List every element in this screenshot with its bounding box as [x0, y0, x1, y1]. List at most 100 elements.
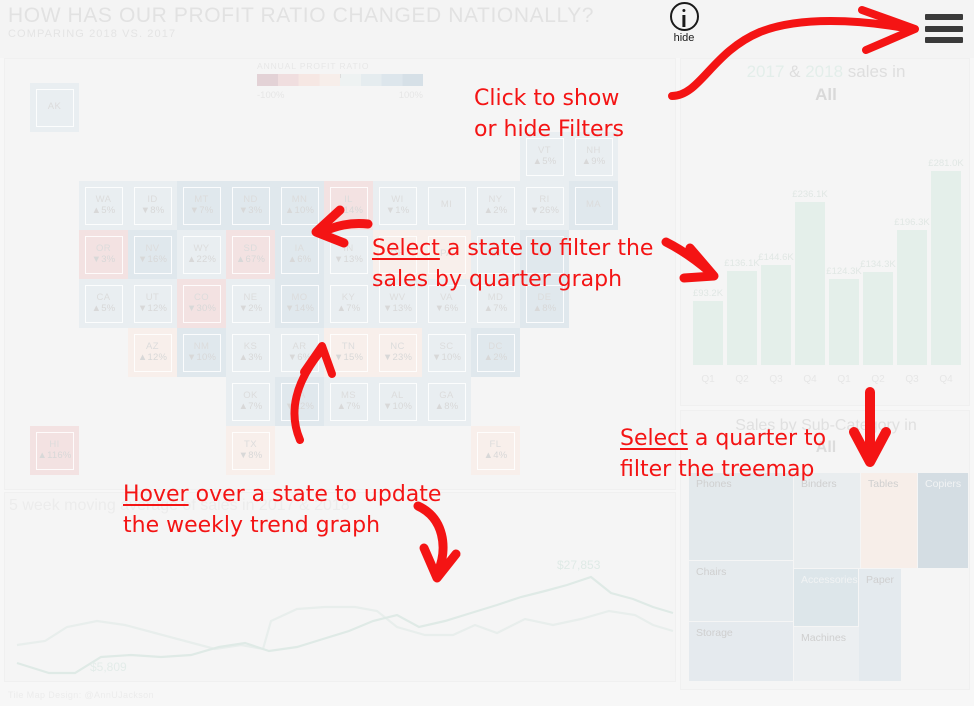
state-tile-id[interactable]: ID ▼8%: [128, 181, 177, 230]
state-tile-wa[interactable]: WA ▲5%: [79, 181, 128, 230]
state-tile-va[interactable]: VA ▼6%: [422, 279, 471, 328]
state-tile-wi[interactable]: WI ▼1%: [373, 181, 422, 230]
bar-rect[interactable]: [693, 301, 723, 365]
state-tile-ks[interactable]: KS ▲3%: [226, 328, 275, 377]
state-tile-ri[interactable]: RI ▼26%: [520, 181, 569, 230]
treemap-cell-phones[interactable]: Phones: [689, 473, 793, 560]
bar-rect[interactable]: [829, 279, 859, 365]
state-tile-nd[interactable]: ND ▼3%: [226, 181, 275, 230]
treemap-cell-copiers[interactable]: Copiers: [918, 473, 968, 568]
state-tile-ms[interactable]: MS ▲7%: [324, 377, 373, 426]
state-value-label: ▼12%: [137, 302, 168, 314]
bar-rect[interactable]: [897, 230, 927, 365]
state-tile-md[interactable]: MD ▲7%: [471, 279, 520, 328]
state-tile-in[interactable]: IN ▼13%: [324, 230, 373, 279]
state-tile-mo[interactable]: MO ▼14%: [275, 279, 324, 328]
bar-quarter-label[interactable]: Q3: [897, 374, 927, 385]
state-tile-inner: KS ▲3%: [231, 333, 270, 372]
state-tile-il[interactable]: IL ▼14%: [324, 181, 373, 230]
state-tile-tx[interactable]: TX ▼8%: [226, 426, 275, 475]
treemap-cell-paper[interactable]: Paper: [859, 569, 901, 681]
state-tile-inner: MS ▲7%: [329, 382, 368, 421]
state-tile-co[interactable]: CO ▼30%: [177, 279, 226, 328]
state-value-label: ▼13%: [333, 253, 364, 265]
state-tile-la[interactable]: LA ▼12%: [275, 377, 324, 426]
state-tile-az[interactable]: AZ ▲12%: [128, 328, 177, 377]
state-tile-sc[interactable]: SC ▼10%: [422, 328, 471, 377]
state-tile-or[interactable]: OR ▼3%: [79, 230, 128, 279]
bar-quarter-label[interactable]: Q3: [761, 374, 791, 385]
state-tile-inner: VT ▲5%: [525, 137, 564, 176]
hamburger-menu-icon[interactable]: [925, 14, 963, 47]
state-tile-ca[interactable]: CA ▲5%: [79, 279, 128, 328]
state-tile-nv[interactable]: NV ▼16%: [128, 230, 177, 279]
bar-rect[interactable]: [761, 265, 791, 365]
state-tile-ma[interactable]: MA: [569, 181, 618, 230]
state-tile-wv[interactable]: WV ▼13%: [373, 279, 422, 328]
treemap-cell-tables[interactable]: Tables: [861, 473, 917, 568]
state-value-label: ▲4%: [483, 449, 508, 461]
state-tile-inner: ID ▼8%: [133, 186, 172, 225]
state-tile-inner: KY ▲7%: [329, 284, 368, 323]
state-tile-nh[interactable]: NH ▲9%: [569, 132, 618, 181]
bar-quarter-label[interactable]: Q4: [931, 374, 961, 385]
treemap-cell-chairs[interactable]: Chairs: [689, 561, 793, 621]
line-peak-label-2017: $5,809: [90, 660, 127, 674]
state-tile-inner: AZ ▲12%: [133, 333, 172, 372]
bar-rect[interactable]: [931, 171, 961, 365]
state-tile-mi[interactable]: MI: [422, 181, 471, 230]
state-tile-pa[interactable]: PA: [422, 230, 471, 279]
bar-rect[interactable]: [863, 272, 893, 365]
treemap-cell-machines[interactable]: Machines: [794, 627, 860, 681]
state-tile-nj[interactable]: NJ: [471, 230, 520, 279]
state-tile-mn[interactable]: MN ▲10%: [275, 181, 324, 230]
state-abbr-label: KY: [341, 291, 356, 303]
state-tile-mt[interactable]: MT ▼7%: [177, 181, 226, 230]
state-tile-ky[interactable]: KY ▲7%: [324, 279, 373, 328]
state-tile-inner: NC ▼23%: [378, 333, 417, 372]
state-tile-tn[interactable]: TN ▼15%: [324, 328, 373, 377]
bar-quarter-label[interactable]: Q2: [727, 374, 757, 385]
bar-quarter-label[interactable]: Q1: [829, 374, 859, 385]
state-tile-nm[interactable]: NM ▼10%: [177, 328, 226, 377]
state-tile-ok[interactable]: OK ▲7%: [226, 377, 275, 426]
treemap-cell-accessories[interactable]: Accessories: [794, 569, 858, 626]
info-hide-button[interactable]: hide: [663, 2, 705, 50]
bar-rect[interactable]: [727, 271, 757, 365]
bar-quarter-label[interactable]: Q1: [693, 374, 723, 385]
treemap-cell-binders[interactable]: Binders: [794, 473, 860, 568]
state-tile-ct[interactable]: CT: [520, 230, 569, 279]
state-tile-wy[interactable]: WY ▲22%: [177, 230, 226, 279]
state-tile-de[interactable]: DE ▲8%: [520, 279, 569, 328]
state-tile-dc[interactable]: DC ▲2%: [471, 328, 520, 377]
state-tile-ut[interactable]: UT ▼12%: [128, 279, 177, 328]
state-tile-nc[interactable]: NC ▼23%: [373, 328, 422, 377]
info-hide-label: hide: [673, 32, 695, 44]
state-tile-inner: TN ▼15%: [329, 333, 368, 372]
treemap-cell-storage[interactable]: Storage: [689, 622, 793, 681]
state-tile-inner: MN ▲10%: [280, 186, 319, 225]
bar-quarter-label[interactable]: Q2: [863, 374, 893, 385]
state-value-label: ▲22%: [186, 253, 217, 265]
bar-quarter-label[interactable]: Q4: [795, 374, 825, 385]
state-tile-ga[interactable]: GA ▲8%: [422, 377, 471, 426]
bar-rect[interactable]: [795, 202, 825, 365]
state-tile-ia[interactable]: IA ▲6%: [275, 230, 324, 279]
state-tile-vt[interactable]: VT ▲5%: [520, 132, 569, 181]
state-value-label: ▼6%: [287, 351, 312, 363]
state-abbr-label: OK: [243, 389, 258, 401]
state-tile-ny[interactable]: NY ▲2%: [471, 181, 520, 230]
state-abbr-label: CA: [96, 291, 111, 303]
state-tile-ak[interactable]: AK: [30, 83, 79, 132]
state-tile-fl[interactable]: FL ▲4%: [471, 426, 520, 475]
state-tile-sd[interactable]: SD ▲67%: [226, 230, 275, 279]
state-abbr-label: IN: [343, 242, 354, 254]
state-tile-inner: WY ▲22%: [182, 235, 221, 274]
state-tile-al[interactable]: AL ▼10%: [373, 377, 422, 426]
state-tile-inner: OR ▼3%: [84, 235, 123, 274]
state-tile-ar[interactable]: AR ▼6%: [275, 328, 324, 377]
state-abbr-label: AK: [47, 101, 62, 113]
state-tile-ne[interactable]: NE ▼2%: [226, 279, 275, 328]
state-tile-oh[interactable]: OH: [373, 230, 422, 279]
state-tile-hi[interactable]: HI ▲116%: [30, 426, 79, 475]
